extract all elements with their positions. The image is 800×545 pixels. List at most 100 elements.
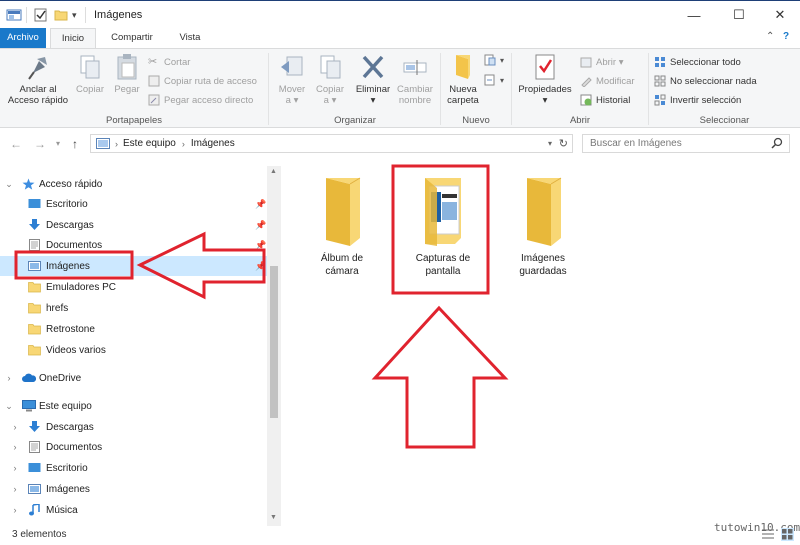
nav-quick-access[interactable]: ⌄ Acceso rápido (0, 174, 267, 194)
tab-compartir[interactable]: Compartir (102, 28, 162, 48)
up-arrow-icon[interactable]: ↑ (72, 137, 78, 151)
chevron-right-icon[interactable]: › (10, 442, 20, 452)
search-input[interactable]: Buscar en Imágenes (582, 134, 790, 153)
history-label: Historial (596, 94, 631, 106)
open-button[interactable]: Abrir ▾ (580, 55, 623, 69)
collapse-ribbon-icon[interactable]: ⌃ (766, 31, 774, 42)
scroll-down-icon[interactable]: ▼ (270, 514, 277, 521)
nav-item-label: Imágenes (46, 260, 90, 272)
address-history-icon[interactable]: ▾ (548, 139, 552, 148)
copy-to-button[interactable]: Copiar a ▾ (312, 53, 348, 106)
star-icon (22, 178, 35, 190)
nav-onedrive[interactable]: › OneDrive (0, 368, 267, 388)
nav-pc-musica[interactable]: › Música (0, 500, 267, 520)
refresh-icon[interactable]: ↻ (559, 137, 568, 150)
ribbon: Anclar al Acceso rápido Copiar Pegar ✂ C… (0, 48, 800, 128)
new-folder-icon[interactable] (54, 7, 68, 23)
rename-icon (402, 53, 428, 81)
pin-icon[interactable]: 📌 (255, 220, 266, 231)
nav-pc-escritorio[interactable]: › Escritorio (0, 458, 267, 478)
move-to-button[interactable]: Mover a ▾ (272, 53, 312, 106)
nav-item-emuladores[interactable]: Emuladores PC (0, 277, 267, 297)
nav-item-documentos[interactable]: Documentos 📌 (0, 235, 267, 255)
cut-button[interactable]: ✂ Cortar (148, 55, 190, 69)
nav-this-pc[interactable]: ⌄ Este equipo (0, 396, 267, 416)
paste-shortcut-label: Pegar acceso directo (164, 94, 254, 106)
invert-selection-button[interactable]: Invertir selección (654, 93, 741, 107)
chevron-right-icon[interactable]: › (10, 463, 20, 473)
delete-button[interactable]: Eliminar ▾ (352, 53, 394, 106)
nav-pc-documentos[interactable]: › Documentos (0, 437, 267, 457)
chevron-right-icon[interactable]: › (10, 505, 20, 515)
folder-capturas-pantalla[interactable]: Capturas de pantalla (403, 174, 483, 278)
group-nuevo-title: Nuevo (462, 115, 490, 126)
chevron-right-icon[interactable]: › (10, 484, 20, 494)
help-icon[interactable]: ? (783, 31, 789, 42)
tab-archivo[interactable]: Archivo (0, 28, 46, 48)
folder-album-camara[interactable]: Álbum de cámara (302, 174, 382, 278)
close-icon: ✕ (774, 7, 786, 22)
search-icon (771, 137, 783, 149)
breadcrumb-este-equipo[interactable]: Este equipo (123, 138, 176, 149)
large-icons-view-icon[interactable] (781, 528, 794, 541)
breadcrumb-imagenes[interactable]: Imágenes (191, 138, 235, 149)
window-icon[interactable] (6, 7, 22, 23)
easy-access-button[interactable]: ▾ (484, 73, 504, 87)
nav-item-imagenes[interactable]: Imágenes 📌 (0, 256, 267, 276)
nav-item-videos-varios[interactable]: Videos varios (0, 340, 267, 360)
folder-imagenes-guardadas[interactable]: Imágenes guardadas (503, 174, 583, 278)
minimize-button[interactable]: — (677, 5, 711, 25)
pictures-icon (28, 260, 41, 272)
chevron-down-icon[interactable]: ⌄ (4, 179, 14, 190)
history-button[interactable]: Historial (580, 93, 630, 107)
new-item-button[interactable]: ▾ (484, 53, 504, 67)
new-item-caret: ▾ (500, 55, 505, 65)
folder-with-preview-icon (415, 174, 471, 248)
nav-item-escritorio[interactable]: Escritorio 📌 (0, 194, 267, 214)
copy-button[interactable]: Copiar (74, 53, 106, 95)
paste-button[interactable]: Pegar (110, 53, 144, 95)
nav-item-descargas[interactable]: Descargas 📌 (0, 215, 267, 235)
nav-pc-descargas[interactable]: › Descargas (0, 417, 267, 437)
copy-label: Copiar (76, 84, 104, 95)
customize-toolbar-icon[interactable]: ▾ (72, 7, 77, 23)
pin-icon[interactable]: 📌 (255, 199, 266, 210)
paste-shortcut-button[interactable]: Pegar acceso directo (148, 93, 253, 107)
recent-locations-icon[interactable]: ▾ (56, 139, 60, 148)
scrollbar-thumb[interactable] (270, 266, 278, 418)
scroll-up-icon[interactable]: ▲ (270, 168, 277, 175)
chevron-down-icon[interactable]: ⌄ (4, 401, 14, 412)
tab-vista[interactable]: Vista (168, 28, 212, 48)
easy-access-icon (484, 74, 496, 86)
download-icon (28, 421, 41, 433)
tab-inicio[interactable]: Inicio (50, 28, 96, 48)
pin-icon[interactable]: 📌 (255, 261, 266, 272)
pin-quick-access-button[interactable]: Anclar al Acceso rápido (4, 53, 72, 106)
copy-path-button[interactable]: Copiar ruta de acceso (148, 74, 257, 88)
invert-selection-icon (654, 94, 666, 106)
pin-icon[interactable]: 📌 (255, 240, 266, 251)
forward-arrow-icon[interactable]: → (34, 137, 46, 151)
close-button[interactable]: ✕ (763, 5, 797, 25)
select-all-button[interactable]: Seleccionar todo (654, 55, 741, 69)
chevron-right-icon[interactable]: › (10, 422, 20, 432)
address-bar[interactable]: › Este equipo › Imágenes ▾ ↻ (90, 134, 573, 153)
chevron-right-icon[interactable]: › (4, 373, 14, 383)
nav-item-retrostone[interactable]: Retrostone (0, 319, 267, 339)
properties-button[interactable]: Propiedades ▾ (515, 53, 575, 106)
nav-item-label: Documentos (46, 441, 103, 453)
properties-icon[interactable] (34, 7, 48, 23)
details-view-icon[interactable] (762, 529, 774, 540)
new-folder-button[interactable]: Nueva carpeta (443, 53, 483, 106)
documents-icon (29, 239, 42, 251)
edit-button[interactable]: Modificar (580, 74, 635, 88)
back-arrow-icon[interactable]: ← (10, 137, 22, 151)
rename-button[interactable]: Cambiar nombre (394, 53, 436, 106)
nav-scrollbar[interactable]: ▲ ▼ (267, 166, 281, 526)
nav-item-label: Documentos (46, 239, 103, 251)
select-none-button[interactable]: No seleccionar nada (654, 74, 757, 88)
copy-path-icon (148, 75, 160, 87)
nav-pc-imagenes[interactable]: › Imágenes (0, 479, 267, 499)
maximize-button[interactable]: ☐ (722, 5, 756, 25)
nav-item-hrefs[interactable]: hrefs (0, 298, 267, 318)
